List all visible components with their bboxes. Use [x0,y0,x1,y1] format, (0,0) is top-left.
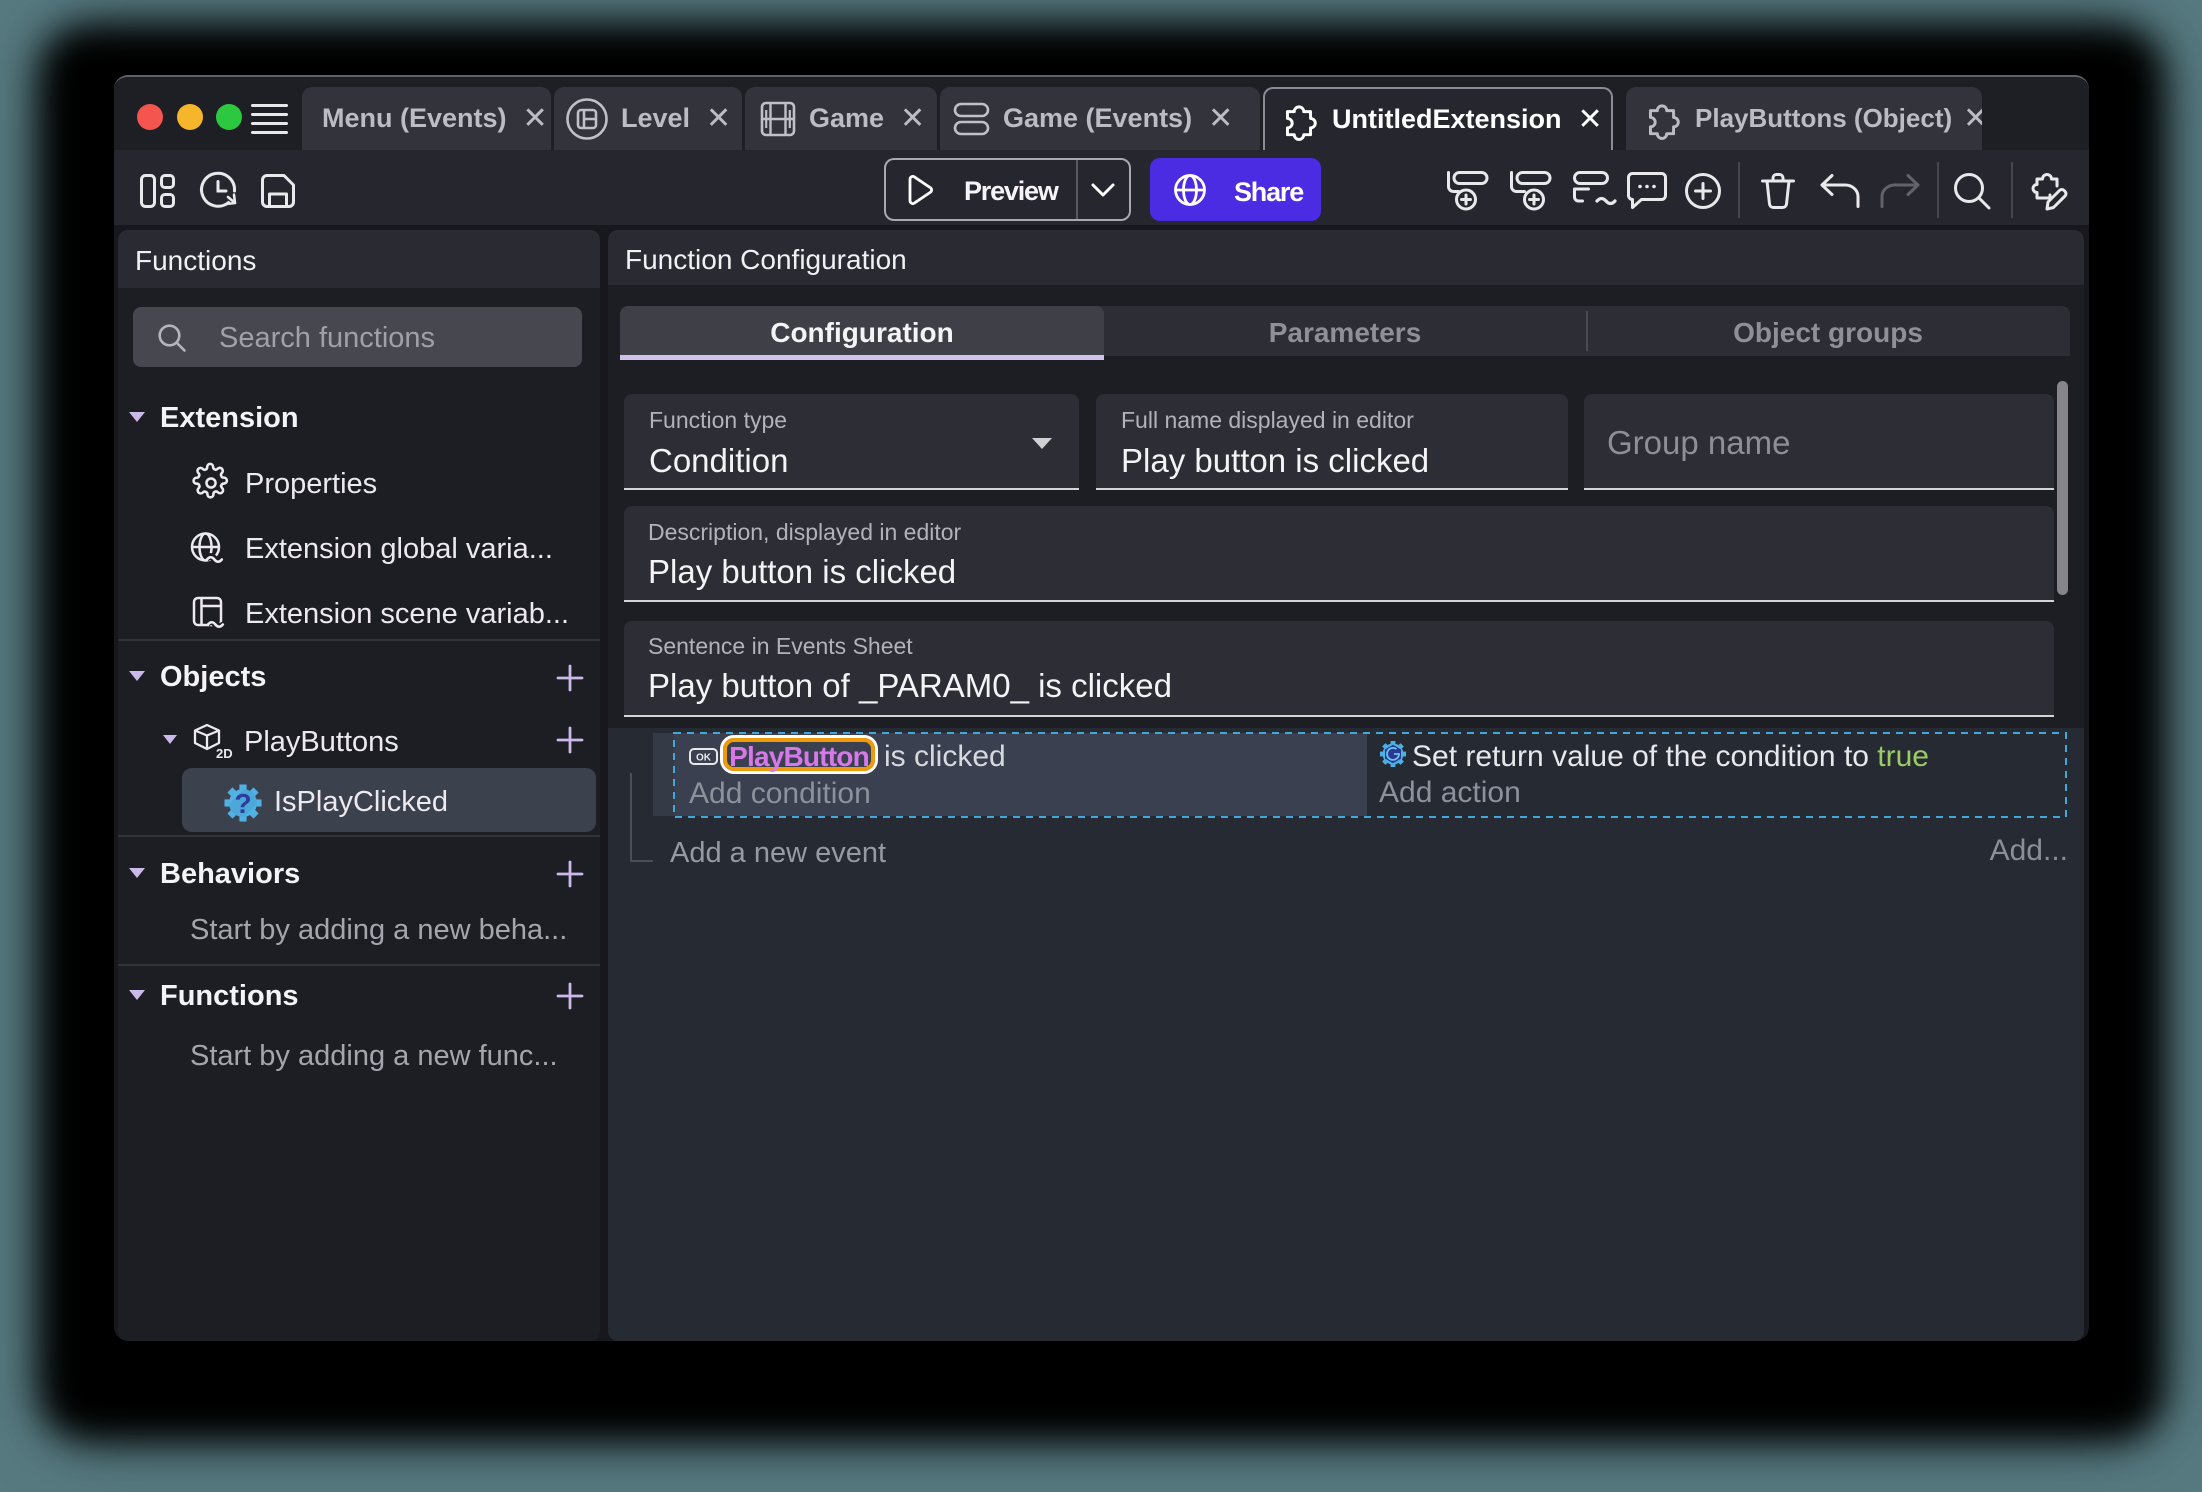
svg-text:OK: OK [696,753,712,764]
svg-text:2D: 2D [216,746,233,761]
svg-text:?: ? [234,788,251,819]
